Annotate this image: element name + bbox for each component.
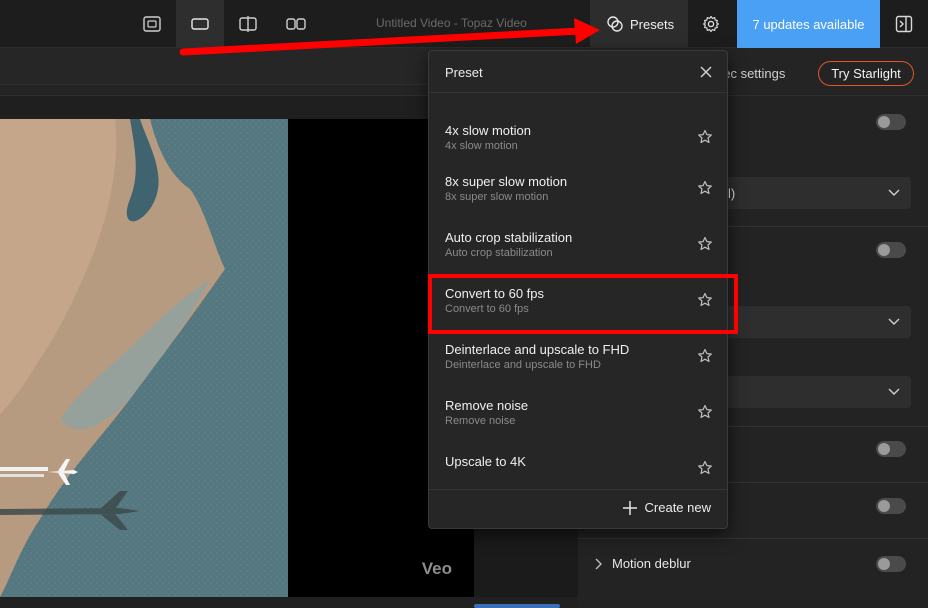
timeline-button[interactable] <box>474 604 560 608</box>
preset-item-title: Upscale to 4K <box>445 454 526 469</box>
aerial-video-frame <box>0 119 288 597</box>
star-icon[interactable] <box>697 129 713 145</box>
window-title: Untitled Video - Topaz Video <box>376 16 527 30</box>
preset-item-remove-noise[interactable]: Remove noise Remove noise <box>429 398 727 454</box>
chevron-down-icon <box>888 189 900 196</box>
motion-deblur-label: Motion deblur <box>612 556 691 571</box>
presets-label: Presets <box>630 16 675 32</box>
fit-view-button[interactable] <box>176 0 224 48</box>
preset-popup-header: Preset <box>429 51 727 93</box>
preset-item-4x-slow-motion[interactable]: 4x slow motion 4x slow motion <box>429 123 727 179</box>
star-icon[interactable] <box>697 460 713 476</box>
star-icon[interactable] <box>697 180 713 196</box>
preset-item-8x-super-slow-motion[interactable]: 8x super slow motion 8x super slow motio… <box>429 174 727 230</box>
preset-popup-footer: Create new <box>429 489 727 528</box>
settings-button[interactable] <box>690 0 732 48</box>
preset-item-title: Auto crop stabilization <box>445 230 573 245</box>
preset-item-subtitle: Auto crop stabilization <box>445 247 553 259</box>
side-by-side-button[interactable] <box>272 0 320 48</box>
presets-button[interactable]: Presets <box>590 0 688 48</box>
preset-item-subtitle: Remove noise <box>445 415 516 427</box>
settings-select-1-value: l) <box>728 186 736 201</box>
highlight-box <box>428 274 738 334</box>
preset-item-subtitle: 4x slow motion <box>445 140 518 152</box>
close-button[interactable] <box>695 61 717 83</box>
split-view-icon <box>239 16 257 32</box>
preset-item-subtitle: Deinterlace and upscale to FHD <box>445 359 601 371</box>
motion-deblur-toggle[interactable] <box>876 556 906 572</box>
sidebar-toggle-icon <box>895 15 913 33</box>
star-icon[interactable] <box>697 404 713 420</box>
preset-item-title: 8x super slow motion <box>445 174 568 189</box>
star-icon[interactable] <box>697 348 713 364</box>
single-view-icon <box>143 16 161 32</box>
video-frame-image <box>0 119 288 597</box>
create-new-button[interactable]: Create new <box>622 500 711 515</box>
side-by-side-icon <box>286 18 306 30</box>
chevron-down-icon <box>888 318 900 325</box>
presets-icon <box>607 16 623 32</box>
video-preview[interactable]: Veo <box>0 119 474 597</box>
gear-icon <box>703 15 719 33</box>
chevron-down-icon <box>888 388 900 395</box>
split-view-button[interactable] <box>224 0 272 48</box>
updates-button[interactable]: 7 updates available <box>737 0 880 48</box>
motion-deblur-row[interactable]: Motion deblur <box>578 546 928 582</box>
veo-watermark: Veo <box>421 559 452 578</box>
close-icon <box>700 66 712 78</box>
single-view-button[interactable] <box>128 0 176 48</box>
preset-item-deinterlace-upscale-fhd[interactable]: Deinterlace and upscale to FHD Deinterla… <box>429 342 727 398</box>
setting-toggle-2[interactable] <box>876 242 906 258</box>
setting-toggle-1[interactable] <box>876 114 906 130</box>
preset-item-title: Deinterlace and upscale to FHD <box>445 342 630 357</box>
plus-icon <box>622 500 637 515</box>
panel-toggle-button[interactable] <box>884 0 924 48</box>
setting-toggle-3[interactable] <box>876 441 906 457</box>
preset-popup-title: Preset <box>445 65 483 80</box>
try-starlight-button[interactable]: Try Starlight <box>818 61 914 86</box>
setting-toggle-4[interactable] <box>876 498 906 514</box>
chevron-right-icon <box>595 558 602 570</box>
top-toolbar: Untitled Video - Topaz Video Presets 7 u… <box>0 0 928 48</box>
preset-item-title: 4x slow motion <box>445 123 531 138</box>
create-new-label: Create new <box>644 500 711 515</box>
fit-view-icon <box>191 18 209 30</box>
divider <box>578 538 928 539</box>
preset-item-subtitle: 8x super slow motion <box>445 191 549 203</box>
star-icon[interactable] <box>697 236 713 252</box>
preset-item-title: Remove noise <box>445 398 529 413</box>
